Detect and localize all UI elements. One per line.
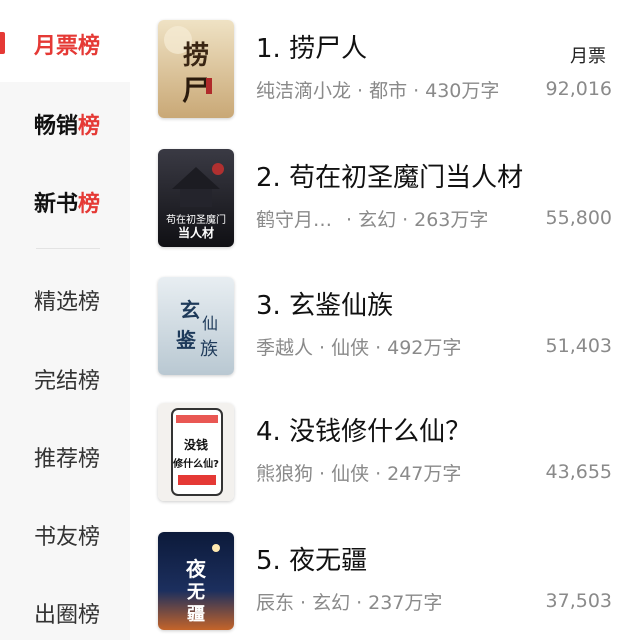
book-author: 鹤守月…	[256, 209, 333, 231]
sidebar-item-label: 出圈榜	[34, 603, 101, 628]
book-word-count: 263万字	[414, 209, 489, 231]
book-cover[interactable]: 夜 无 疆	[158, 532, 234, 630]
book-word-count: 247万字	[387, 463, 462, 485]
svg-text:修什么仙?: 修什么仙?	[172, 457, 219, 470]
book-author: 熊狼狗	[256, 463, 314, 485]
meta-separator: ·	[375, 337, 382, 359]
book-row[interactable]: 捞 尸 1. 捞尸人 纯洁滴小龙 · 都市 · 430万字 92,016	[156, 20, 640, 130]
svg-text:疆: 疆	[187, 604, 205, 625]
sidebar-item-featured[interactable]: 精选榜	[0, 284, 130, 316]
sidebar-item-label-tail: 榜	[78, 192, 101, 217]
sidebar-item-label: 完结榜	[34, 369, 101, 394]
book-row[interactable]: 没钱 修什么仙? 4. 没钱修什么仙？ 熊狼狗 · 仙侠 · 247万字 43,655	[156, 403, 640, 513]
meta-separator: ·	[357, 80, 364, 102]
book-title[interactable]: 2. 苟在初圣魔门当人材	[256, 157, 523, 194]
book-cover[interactable]: 玄 仙 鉴 族	[158, 277, 234, 375]
book-cover[interactable]: 苟在初圣魔门 当人材	[158, 149, 234, 247]
sidebar-item-recommended[interactable]: 推荐榜	[0, 441, 130, 473]
book-word-count: 492万字	[387, 337, 462, 359]
sidebar-item-breakout[interactable]: 出圈榜	[0, 597, 130, 629]
book-cover[interactable]: 捞 尸	[158, 20, 234, 118]
book-genre: 仙侠	[331, 463, 370, 485]
sidebar-item-monthly-ticket[interactable]: 月票榜	[0, 28, 130, 60]
book-title[interactable]: 4. 没钱修什么仙？	[256, 411, 471, 448]
monthly-ticket-count: 37,503	[545, 590, 612, 612]
book-row[interactable]: 苟在初圣魔门 当人材 2. 苟在初圣魔门当人材 鹤守月… · 玄幻 · 263万字 55…	[156, 149, 640, 259]
sidebar-item-label: 推荐榜	[34, 447, 101, 472]
meta-separator: ·	[319, 463, 326, 485]
meta-separator: ·	[346, 209, 353, 231]
svg-text:玄: 玄	[180, 298, 200, 322]
svg-text:尸: 尸	[182, 74, 210, 107]
svg-text:苟在初圣魔门: 苟在初圣魔门	[166, 213, 226, 226]
ranking-sidebar: 月票榜 畅销榜 新书榜 精选榜 完结榜 推荐榜 书友榜 出圈榜	[0, 0, 130, 640]
book-word-count: 430万字	[425, 80, 500, 102]
book-meta: 熊狼狗 · 仙侠 · 247万字	[256, 459, 461, 486]
svg-text:当人材: 当人材	[178, 225, 214, 240]
sidebar-item-label: 新书	[34, 192, 79, 217]
book-title[interactable]: 5. 夜无疆	[256, 540, 367, 577]
sidebar-item-label: 书友榜	[34, 525, 101, 550]
sidebar-item-completed[interactable]: 完结榜	[0, 363, 130, 395]
svg-text:没钱: 没钱	[184, 437, 208, 452]
meta-separator: ·	[356, 592, 363, 614]
sidebar-item-label: 月票榜	[34, 34, 101, 59]
book-meta: 季越人 · 仙侠 · 492万字	[256, 333, 461, 360]
book-genre: 仙侠	[331, 337, 370, 359]
book-author: 辰东	[256, 592, 295, 614]
sidebar-item-label: 精选榜	[34, 290, 101, 315]
sidebar-item-reader-friends[interactable]: 书友榜	[0, 519, 130, 551]
book-cover-art: 捞 尸	[158, 20, 234, 118]
book-genre: 玄幻	[358, 209, 397, 231]
book-cover-art: 夜 无 疆	[158, 532, 234, 630]
meta-separator: ·	[319, 337, 326, 359]
book-meta: 辰东 · 玄幻 · 237万字	[256, 588, 442, 615]
book-word-count: 237万字	[368, 592, 443, 614]
meta-separator: ·	[402, 209, 409, 231]
book-cover-art: 苟在初圣魔门 当人材	[158, 149, 234, 247]
meta-separator: ·	[375, 463, 382, 485]
ranking-page: 月票榜 畅销榜 新书榜 精选榜 完结榜 推荐榜 书友榜 出圈榜 月票 捞 尸 1…	[0, 0, 640, 640]
book-title[interactable]: 1. 捞尸人	[256, 28, 367, 65]
monthly-ticket-count: 43,655	[545, 461, 612, 483]
book-meta: 鹤守月… · 玄幻 · 263万字	[256, 205, 488, 232]
sidebar-item-label-tail: 榜	[78, 114, 101, 139]
svg-text:夜: 夜	[185, 557, 207, 581]
svg-text:无: 无	[187, 582, 205, 603]
svg-text:族: 族	[200, 339, 218, 360]
monthly-ticket-count: 51,403	[545, 335, 612, 357]
book-genre: 玄幻	[312, 592, 351, 614]
sidebar-item-new-book[interactable]: 新书榜	[0, 186, 130, 218]
svg-text:捞: 捞	[183, 41, 209, 71]
sidebar-item-label: 畅销	[34, 114, 79, 139]
book-title[interactable]: 3. 玄鉴仙族	[256, 285, 393, 322]
book-author: 季越人	[256, 337, 314, 359]
book-cover-art: 没钱 修什么仙?	[158, 403, 234, 501]
sidebar-item-bestseller[interactable]: 畅销榜	[0, 108, 130, 140]
monthly-ticket-count: 55,800	[545, 207, 612, 229]
book-row[interactable]: 夜 无 疆 5. 夜无疆 辰东 · 玄幻 · 237万字 37,503	[156, 532, 640, 640]
book-genre: 都市	[369, 80, 408, 102]
svg-text:鉴: 鉴	[175, 328, 197, 352]
book-cover-art: 玄 仙 鉴 族	[158, 277, 234, 375]
meta-separator: ·	[413, 80, 420, 102]
svg-text:仙: 仙	[202, 314, 218, 333]
book-cover[interactable]: 没钱 修什么仙?	[158, 403, 234, 501]
sidebar-divider	[36, 248, 100, 249]
book-meta: 纯洁滴小龙 · 都市 · 430万字	[256, 76, 499, 103]
monthly-ticket-count: 92,016	[545, 78, 612, 100]
meta-separator: ·	[300, 592, 307, 614]
book-row[interactable]: 玄 仙 鉴 族 3. 玄鉴仙族 季越人 · 仙侠 · 492万字 51,403	[156, 277, 640, 387]
book-author: 纯洁滴小龙	[256, 80, 352, 102]
